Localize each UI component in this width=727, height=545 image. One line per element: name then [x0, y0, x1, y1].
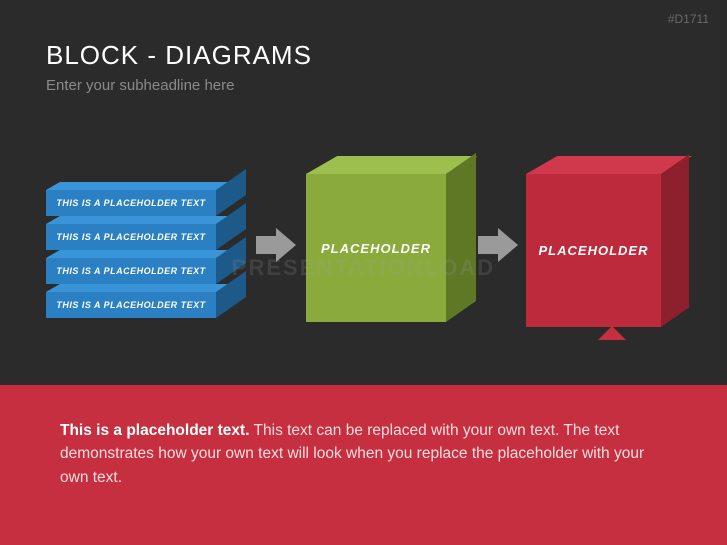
blue-slab-3: THIS IS A PLACEHOLDER TEXT: [46, 258, 246, 286]
blue-slab-label: THIS IS A PLACEHOLDER TEXT: [46, 258, 216, 284]
blue-slab-top-face: [46, 182, 230, 190]
footer-text-bold: This is a placeholder text.: [60, 422, 250, 439]
page-subtitle: Enter your subheadline here: [46, 77, 312, 94]
blue-slab-4: THIS IS A PLACEHOLDER TEXT: [46, 292, 246, 320]
callout-pointer-icon: [598, 326, 626, 340]
blue-slab-label: THIS IS A PLACEHOLDER TEXT: [46, 224, 216, 250]
green-cube-side-face: [446, 153, 476, 322]
blue-slab-label: THIS IS A PLACEHOLDER TEXT: [46, 292, 216, 318]
footer-panel: This is a placeholder text. This text ca…: [0, 385, 727, 545]
slide-code: #D1711: [668, 12, 709, 26]
arrow-icon: [478, 228, 518, 262]
page-title: BLOCK - DIAGRAMS: [46, 40, 312, 71]
red-cube-side-face: [661, 154, 689, 327]
blue-stack: THIS IS A PLACEHOLDER TEXT THIS IS A PLA…: [46, 160, 246, 330]
red-cube-label: PLACEHOLDER: [526, 174, 661, 327]
blue-slab-label: THIS IS A PLACEHOLDER TEXT: [46, 190, 216, 216]
footer-text: This is a placeholder text. This text ca…: [60, 419, 667, 489]
red-cube: PLACEHOLDER: [526, 156, 696, 331]
blue-slab-1: THIS IS A PLACEHOLDER TEXT: [46, 190, 246, 218]
blue-slab-2: THIS IS A PLACEHOLDER TEXT: [46, 224, 246, 252]
green-cube-label: PLACEHOLDER: [306, 174, 446, 322]
green-cube: PLACEHOLDER: [306, 156, 476, 326]
block-diagram: THIS IS A PLACEHOLDER TEXT THIS IS A PLA…: [46, 150, 686, 350]
arrow-icon: [256, 228, 296, 262]
blue-slab-top-face: [46, 216, 230, 224]
blue-slab-top-face: [46, 284, 230, 292]
header: BLOCK - DIAGRAMS Enter your subheadline …: [46, 40, 312, 94]
blue-slab-top-face: [46, 250, 230, 258]
